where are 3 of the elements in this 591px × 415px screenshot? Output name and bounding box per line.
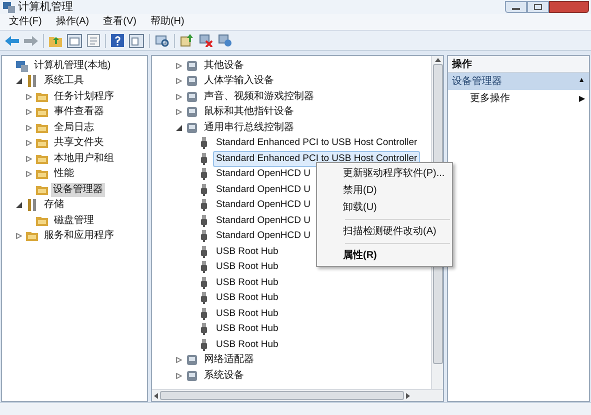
pane-header: 操作 [448,56,589,73]
section-title: 设备管理器 [452,75,502,89]
window-title: 计算机管理 [18,2,73,12]
